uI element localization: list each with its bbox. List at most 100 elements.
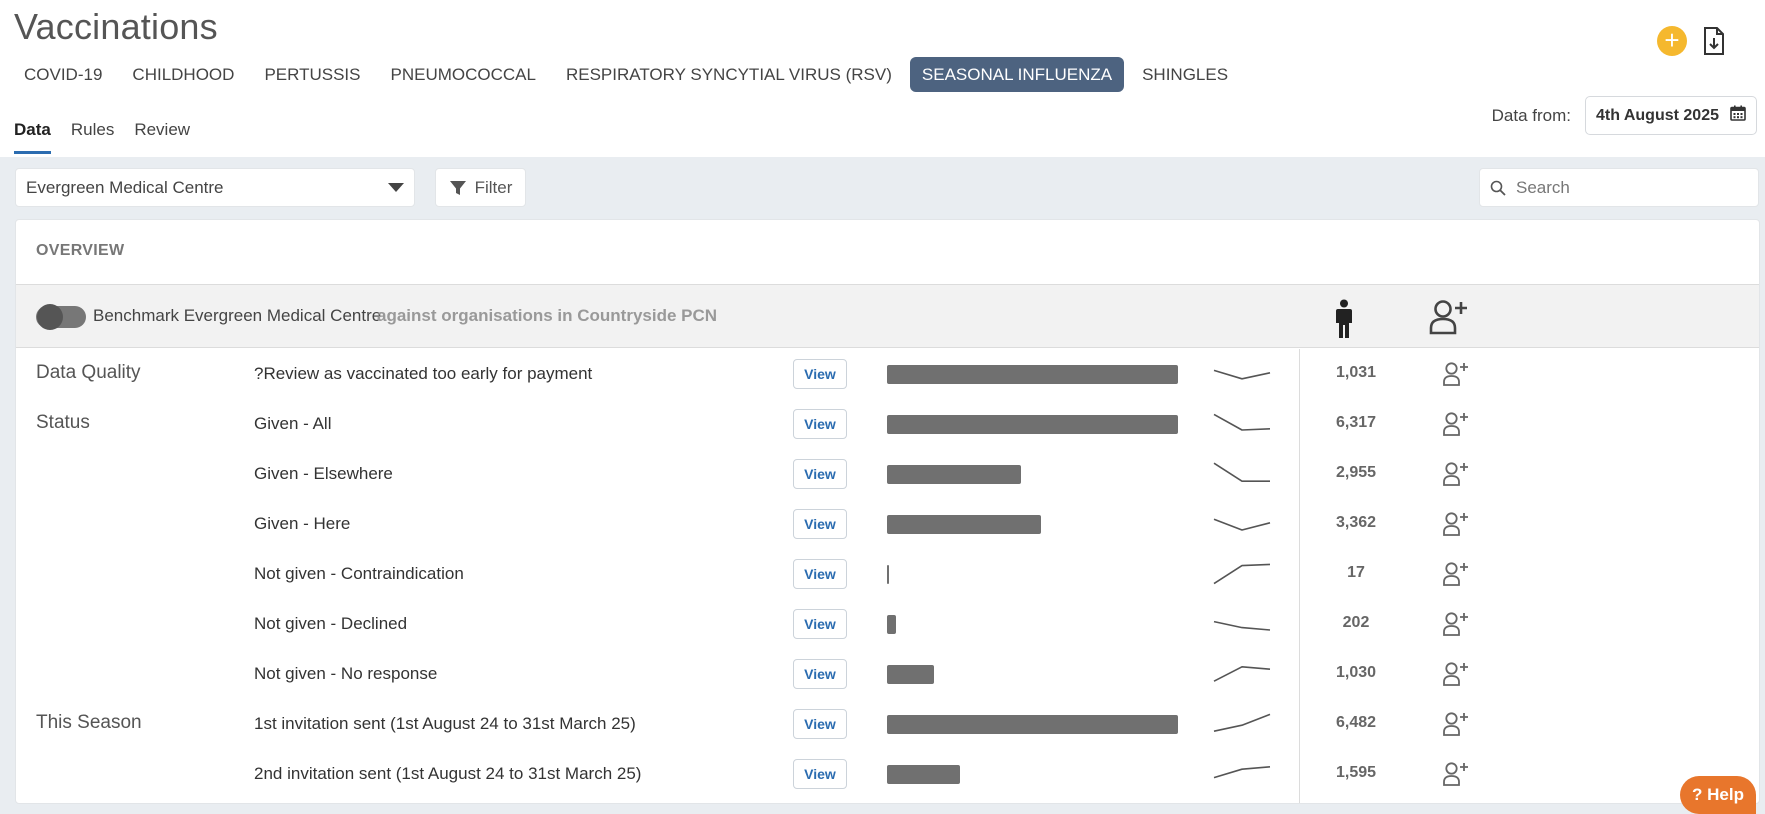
bar-track [887, 715, 1178, 734]
add-person-icon[interactable] [1442, 711, 1470, 742]
table-row: Given - Here View 3,362 [16, 499, 1759, 549]
trend-sparkline [1213, 369, 1271, 380]
row-label: Not given - Declined [254, 614, 408, 633]
bar-track [887, 515, 1178, 534]
row-label: Given - Elsewhere [254, 464, 393, 483]
table-row: Not given - Declined View 202 [16, 599, 1759, 649]
add-person-icon[interactable] [1442, 561, 1470, 592]
vaccine-tab[interactable]: PNEUMOCOCCAL [379, 57, 548, 92]
view-button[interactable]: View [793, 459, 847, 489]
view-button[interactable]: View [793, 759, 847, 789]
view-button[interactable]: View [793, 659, 847, 689]
organisation-value: Evergreen Medical Centre [26, 177, 224, 197]
filter-icon [449, 180, 466, 195]
bar-track [887, 465, 1178, 484]
bar-track [887, 415, 1178, 434]
vaccine-tab[interactable]: PERTUSSIS [252, 57, 372, 92]
add-person-icon [1429, 299, 1471, 340]
trend-sparkline [1213, 666, 1271, 682]
table-row: Status Given - All View 6,317 [16, 399, 1759, 449]
filter-label: Filter [474, 177, 513, 197]
date-label: Data from: [1491, 105, 1571, 125]
organisation-dropdown[interactable]: Evergreen Medical Centre [15, 168, 415, 207]
row-count: 3,362 [1335, 514, 1377, 531]
help-button[interactable]: ? Help [1680, 776, 1756, 814]
view-button[interactable]: View [793, 359, 847, 389]
trend-sparkline [1213, 518, 1271, 531]
sub-tabs: Data Rules Review [14, 120, 190, 154]
table-row: Not given - No response View 1,030 [16, 649, 1759, 699]
sub-tab[interactable]: Review [134, 120, 190, 154]
sub-tab[interactable]: Data [14, 120, 51, 154]
row-count: 1,595 [1335, 764, 1377, 781]
trend-sparkline [1213, 766, 1271, 779]
bar-track [887, 765, 1178, 784]
bar-track [887, 665, 1178, 684]
search-box [1479, 168, 1759, 207]
calendar-icon[interactable] [1730, 105, 1746, 126]
table-row: Data Quality ?Review as vaccinated too ea… [16, 349, 1759, 399]
view-button[interactable]: View [793, 709, 847, 739]
bar-track [887, 565, 1178, 584]
bar-track [887, 615, 1178, 634]
date-selector: Data from: 4th August 2025 [1492, 96, 1757, 135]
vaccine-tab[interactable]: CHILDHOOD [120, 57, 246, 92]
toggle-knob [37, 304, 63, 330]
add-person-icon[interactable] [1442, 511, 1470, 542]
table-row: Given - Elsewhere View 2,955 [16, 449, 1759, 499]
row-label: Not given - Contraindication [254, 564, 464, 583]
search-input[interactable] [1516, 177, 1746, 198]
table-row: 2nd invitation sent (1st August 24 to 31… [16, 749, 1759, 799]
add-person-icon[interactable] [1442, 661, 1470, 692]
date-input[interactable]: 4th August 2025 [1585, 96, 1757, 135]
add-person-icon[interactable] [1442, 461, 1470, 492]
trend-sparkline [1213, 462, 1270, 483]
trend-sparkline [1213, 413, 1271, 431]
vaccine-tab[interactable]: COVID-19 [12, 57, 114, 92]
filter-button[interactable]: Filter [435, 168, 526, 207]
table-row: This Season 1st invitation sent (1st Augu… [16, 699, 1759, 749]
sub-tab[interactable]: Rules [71, 120, 114, 154]
bar-fill [887, 765, 960, 784]
benchmark-toggle[interactable] [36, 304, 86, 330]
row-label: 2nd invitation sent (1st August 24 to 31… [254, 764, 642, 783]
add-person-icon[interactable] [1442, 411, 1470, 442]
person-icon [1334, 299, 1354, 344]
page-title: Vaccinations [14, 6, 218, 47]
bar-fill [887, 515, 1042, 534]
benchmark-label: Benchmark Evergreen Medical Centre [93, 306, 382, 325]
view-button[interactable]: View [793, 559, 847, 589]
add-person-icon[interactable] [1442, 361, 1470, 392]
search-icon [1490, 180, 1506, 196]
bar-fill [887, 615, 896, 634]
vaccine-tab[interactable]: SHINGLES [1130, 57, 1240, 92]
row-count: 17 [1347, 564, 1365, 581]
row-count: 6,482 [1335, 714, 1377, 731]
benchmark-subtext: against organisations in Countryside PCN [377, 306, 718, 325]
trend-sparkline [1213, 713, 1271, 732]
row-label: 1st invitation sent (1st August 24 to 31… [254, 714, 636, 733]
vaccine-tab[interactable]: SEASONAL INFLUENZA [909, 57, 1125, 92]
add-person-icon[interactable] [1442, 611, 1470, 642]
date-value: 4th August 2025 [1596, 106, 1719, 124]
bar-fill [887, 715, 1178, 734]
bar-fill [887, 465, 1021, 484]
vaccine-tab[interactable]: RESPIRATORY SYNCYTIAL VIRUS (RSV) [554, 57, 904, 92]
row-label: Given - All [254, 414, 332, 433]
download-file-icon[interactable] [1701, 26, 1727, 56]
row-count: 202 [1342, 614, 1370, 631]
bar-fill [887, 415, 1178, 434]
bar-fill [887, 565, 889, 584]
plus-icon[interactable]: + [1657, 26, 1687, 56]
header-actions: + [1657, 26, 1727, 56]
bar-fill [887, 665, 934, 684]
view-button[interactable]: View [793, 409, 847, 439]
row-label: Not given - No response [254, 664, 438, 683]
table-row: Not given - Contraindication View 17 [16, 549, 1759, 599]
add-person-icon[interactable] [1442, 761, 1470, 792]
group-label: This Season [36, 712, 142, 733]
row-count: 1,031 [1335, 364, 1377, 381]
view-button[interactable]: View [793, 609, 847, 639]
view-button[interactable]: View [793, 509, 847, 539]
row-label: Given - Here [254, 514, 351, 533]
